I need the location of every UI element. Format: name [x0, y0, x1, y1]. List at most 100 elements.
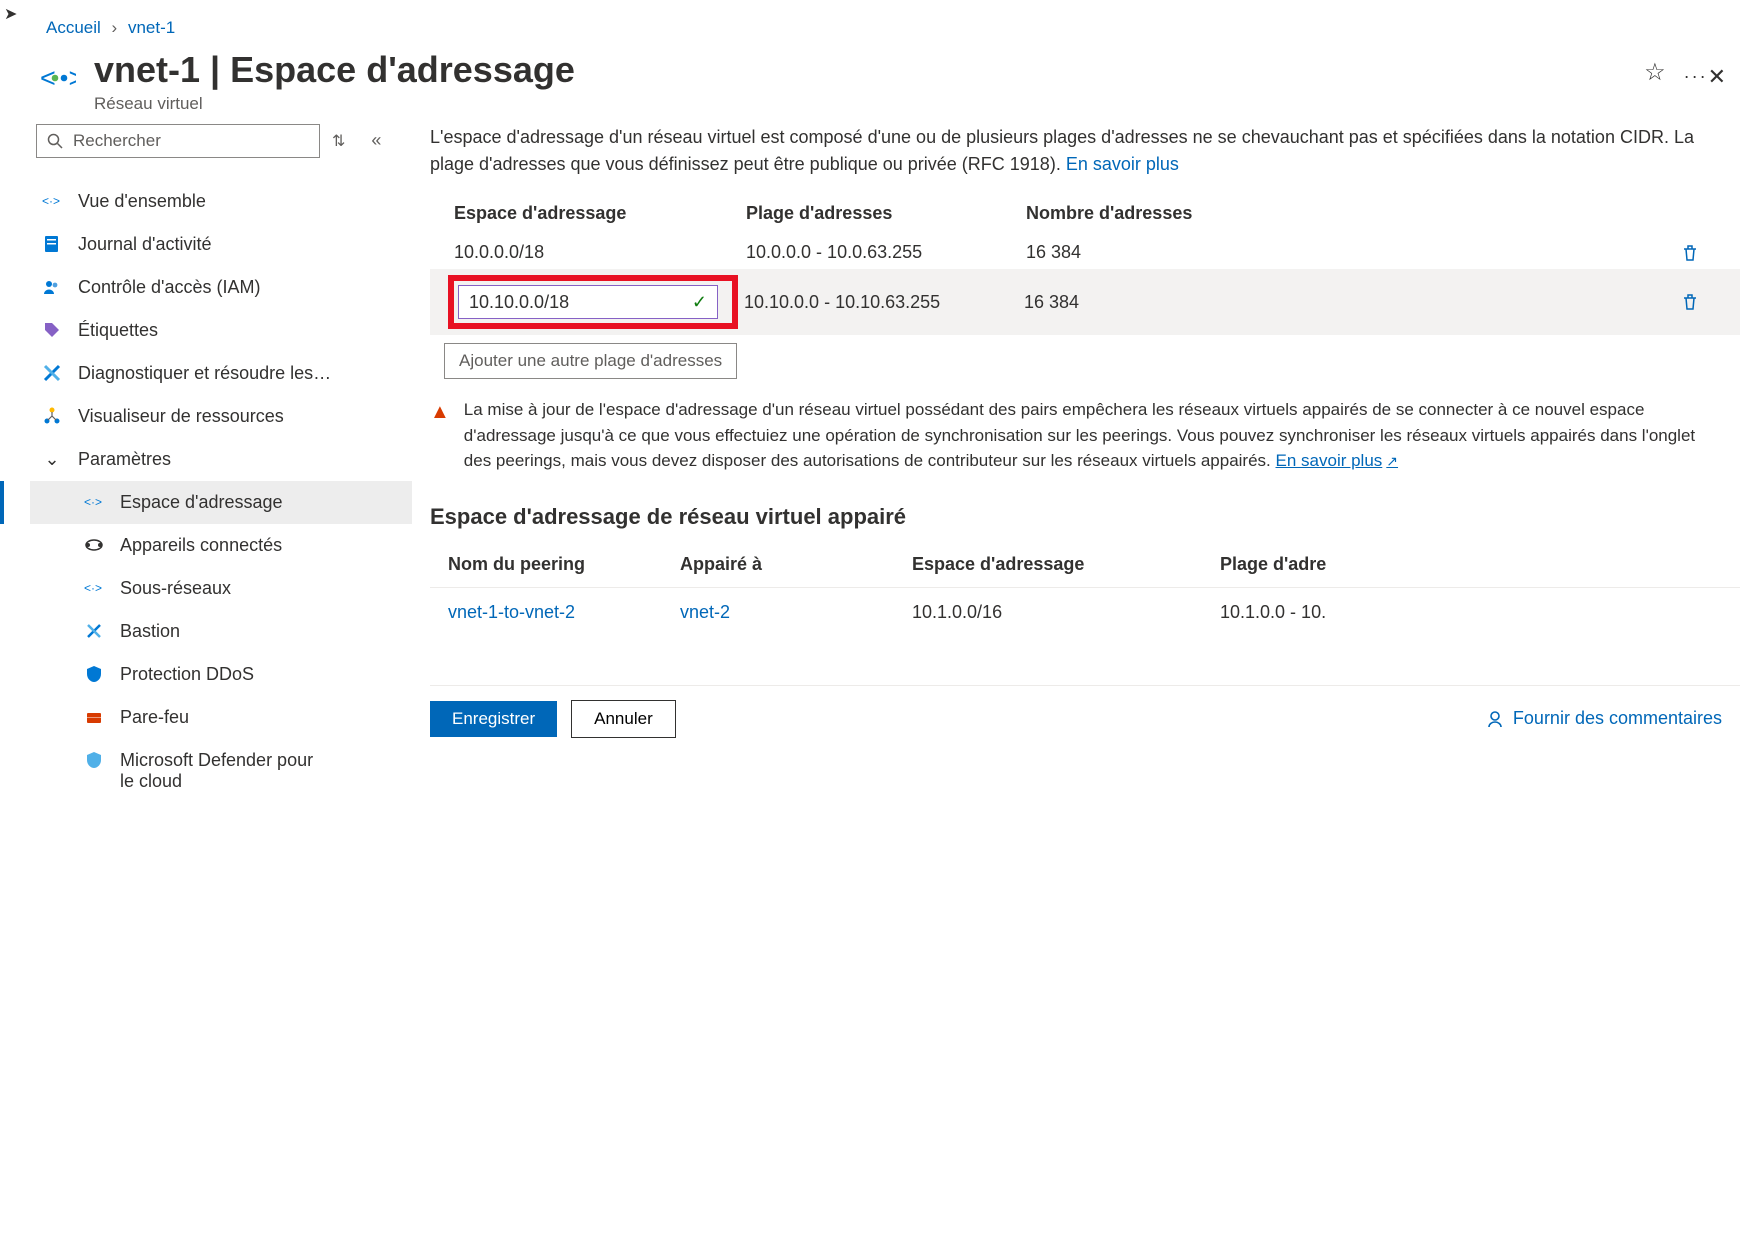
sidebar-item-label: Diagnostiquer et résoudre les…: [78, 363, 331, 384]
cancel-button[interactable]: Annuler: [571, 700, 676, 738]
feedback-link[interactable]: Fournir des commentaires: [1485, 708, 1722, 729]
sidebar-item-label: Étiquettes: [78, 320, 158, 341]
trash-icon: [1680, 292, 1700, 312]
visualizer-icon: [40, 406, 64, 426]
col-header-peered-range: Plage d'adre: [1220, 554, 1740, 575]
address-table-header: Espace d'adressage Plage d'adresses Nomb…: [430, 197, 1740, 236]
people-icon: [40, 277, 64, 297]
vnet-small-icon: <·>: [40, 191, 64, 211]
intro-text: L'espace d'adressage d'un réseau virtuel…: [430, 124, 1740, 180]
search-placeholder: Rechercher: [73, 131, 161, 151]
bastion-icon: [82, 621, 106, 641]
col-header-peering-name: Nom du peering: [448, 554, 680, 575]
add-range-button[interactable]: Ajouter une autre plage d'adresses: [444, 343, 737, 379]
sidebar-item-label: Protection DDoS: [120, 664, 254, 685]
shield-icon: [82, 664, 106, 684]
sidebar-item-visualizer[interactable]: Visualiseur de ressources: [30, 395, 412, 438]
vnet-icon: <>: [40, 50, 76, 99]
sidebar-group-label: Paramètres: [78, 449, 171, 470]
warning-banner: ▲ La mise à jour de l'espace d'adressage…: [430, 397, 1740, 474]
sort-icon[interactable]: ⇅: [332, 131, 345, 151]
vnet-small-icon: <·>: [82, 492, 106, 512]
close-icon[interactable]: ✕: [1708, 64, 1726, 90]
page-title: vnet-1 | Espace d'adressage: [94, 50, 1626, 90]
sidebar-item-ddos[interactable]: Protection DDoS: [30, 653, 412, 696]
save-button[interactable]: Enregistrer: [430, 701, 557, 737]
sidebar-item-connected-devices[interactable]: Appareils connectés: [30, 524, 412, 567]
breadcrumb-current[interactable]: vnet-1: [128, 18, 175, 37]
activity-log-icon: [40, 234, 64, 254]
sidebar-item-label: Journal d'activité: [78, 234, 212, 255]
col-header-space: Espace d'adressage: [454, 203, 746, 224]
sidebar-item-label: Espace d'adressage: [120, 492, 283, 513]
address-row: 10.0.0.0/18 10.0.0.0 - 10.0.63.255 16 38…: [430, 236, 1740, 269]
col-header-count: Nombre d'adresses: [1026, 203, 1680, 224]
trash-icon: [1680, 243, 1700, 263]
defender-icon: [82, 750, 106, 770]
firewall-icon: [82, 707, 106, 727]
vnet-small-icon: <·>: [82, 578, 106, 598]
address-input-value: 10.10.0.0/18: [469, 292, 569, 313]
sidebar-item-overview[interactable]: <·> Vue d'ensemble: [30, 180, 412, 223]
peering-name-link[interactable]: vnet-1-to-vnet-2: [448, 602, 575, 622]
collapse-sidebar-icon[interactable]: «: [371, 130, 381, 151]
peered-range-value: 10.1.0.0 - 10.: [1220, 602, 1740, 623]
warning-text: La mise à jour de l'espace d'adressage d…: [464, 400, 1695, 470]
address-space-value: 10.0.0.0/18: [454, 242, 746, 263]
feedback-icon: [1485, 709, 1505, 729]
peered-vnet-link[interactable]: vnet-2: [680, 602, 730, 622]
diagnose-icon: [40, 363, 64, 383]
connected-icon: [82, 535, 106, 555]
col-header-peered-to: Appairé à: [680, 554, 912, 575]
address-range-value: 10.10.0.0 - 10.10.63.255: [744, 292, 1024, 313]
peered-space-value: 10.1.0.0/16: [912, 602, 1220, 623]
sidebar-item-diagnose[interactable]: Diagnostiquer et résoudre les…: [30, 352, 412, 395]
sidebar-item-address-space[interactable]: <·> Espace d'adressage: [30, 481, 412, 524]
search-input[interactable]: Rechercher: [36, 124, 320, 158]
check-icon: ✓: [692, 292, 707, 313]
sidebar-item-firewall[interactable]: Pare-feu: [30, 696, 412, 739]
breadcrumb-home[interactable]: Accueil: [46, 18, 101, 37]
sidebar-item-label: Sous-réseaux: [120, 578, 231, 599]
sidebar-group-settings[interactable]: ⌄ Paramètres: [30, 438, 412, 481]
sidebar-item-label: Pare-feu: [120, 707, 189, 728]
learn-more-link[interactable]: En savoir plus: [1066, 154, 1179, 174]
delete-button[interactable]: [1680, 292, 1740, 312]
search-icon: [47, 133, 63, 149]
sidebar-item-label: Appareils connectés: [120, 535, 282, 556]
col-header-range: Plage d'adresses: [746, 203, 1026, 224]
sidebar-item-defender[interactable]: Microsoft Defender pour le cloud: [30, 739, 412, 803]
sidebar-item-subnets[interactable]: <·> Sous-réseaux: [30, 567, 412, 610]
address-row-editing: 10.10.0.0/18 ✓ 10.10.0.0 - 10.10.63.255 …: [430, 269, 1740, 335]
col-header-peered-space: Espace d'adressage: [912, 554, 1220, 575]
sidebar-item-label: Bastion: [120, 621, 180, 642]
svg-text:<·>: <·>: [84, 495, 102, 509]
sidebar-item-iam[interactable]: Contrôle d'accès (IAM): [30, 266, 412, 309]
peered-table-header: Nom du peering Appairé à Espace d'adress…: [430, 548, 1740, 588]
delete-button[interactable]: [1680, 243, 1740, 263]
external-link-icon: ↗: [1386, 453, 1398, 469]
peered-section-title: Espace d'adressage de réseau virtuel app…: [430, 504, 1740, 530]
more-menu-icon[interactable]: ···: [1684, 66, 1708, 87]
sidebar-item-label: Visualiseur de ressources: [78, 406, 284, 427]
sidebar-item-bastion[interactable]: Bastion: [30, 610, 412, 653]
tag-icon: [40, 320, 64, 340]
favorite-icon[interactable]: ☆: [1644, 58, 1666, 87]
sidebar-item-tags[interactable]: Étiquettes: [30, 309, 412, 352]
warning-learn-more-link[interactable]: En savoir plus↗: [1276, 451, 1399, 470]
address-count-value: 16 384: [1024, 292, 1680, 313]
address-range-value: 10.0.0.0 - 10.0.63.255: [746, 242, 1026, 263]
sidebar-item-label: Contrôle d'accès (IAM): [78, 277, 261, 298]
feedback-label: Fournir des commentaires: [1513, 708, 1722, 729]
address-count-value: 16 384: [1026, 242, 1680, 263]
address-input[interactable]: 10.10.0.0/18 ✓: [458, 285, 718, 319]
highlight-box: 10.10.0.0/18 ✓: [448, 275, 738, 329]
page-subtitle: Réseau virtuel: [94, 94, 1626, 114]
sidebar-item-activity-log[interactable]: Journal d'activité: [30, 223, 412, 266]
svg-text:>: >: [69, 63, 77, 93]
breadcrumb: Accueil › vnet-1: [0, 0, 1754, 50]
sidebar-item-label: Microsoft Defender pour le cloud: [120, 750, 320, 792]
warning-icon: ▲: [430, 397, 450, 474]
svg-text:<·>: <·>: [42, 194, 60, 208]
peered-row: vnet-1-to-vnet-2 vnet-2 10.1.0.0/16 10.1…: [430, 588, 1740, 637]
